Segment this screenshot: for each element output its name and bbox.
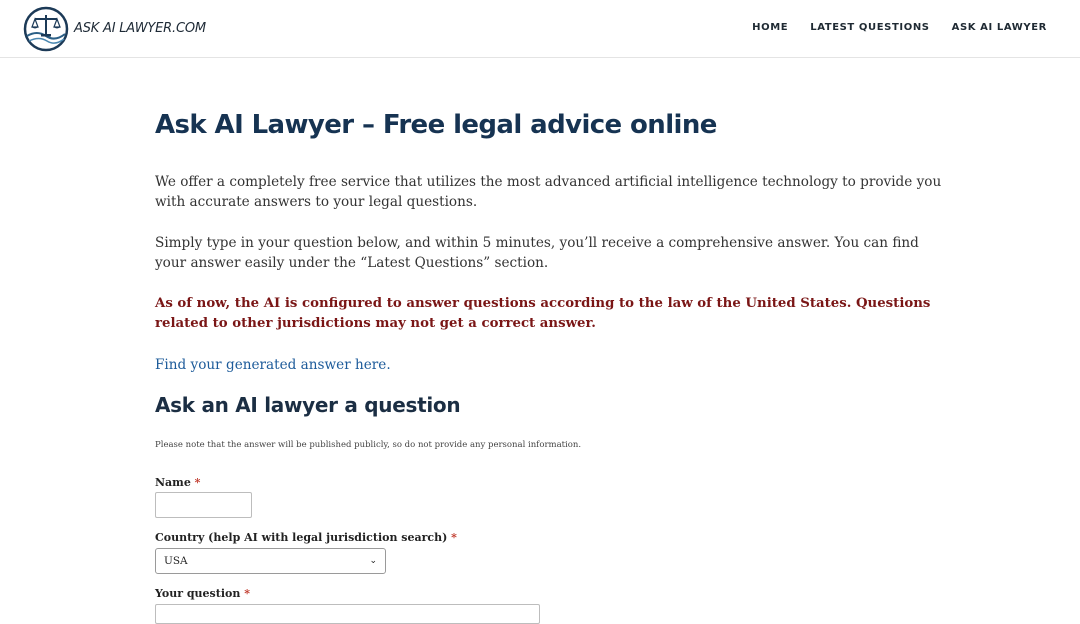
form-heading: Ask an AI lawyer a question (155, 393, 461, 417)
site-logo-text: ASK AI LAWYER.COM (74, 20, 206, 36)
privacy-note: Please note that the answer will be publ… (155, 440, 582, 450)
name-label-text: Name (155, 476, 191, 489)
question-label: Your question * (155, 587, 250, 600)
intro-paragraph: We offer a completely free service that … (155, 174, 942, 210)
answer-link-paragraph: Find your generated answer here. (155, 355, 945, 375)
country-label-text: Country (help AI with legal jurisdiction… (155, 531, 448, 544)
nav-latest-questions[interactable]: LATEST QUESTIONS (810, 22, 929, 33)
required-marker: * (194, 476, 201, 489)
chevron-down-icon: ⌄ (369, 556, 377, 566)
question-label-text: Your question (155, 587, 241, 600)
site-header: ASK AI LAWYER.COM HOME LATEST QUESTIONS … (0, 0, 1080, 58)
scales-of-justice-icon (22, 6, 70, 52)
page-title: Ask AI Lawyer – Free legal advice online (155, 110, 717, 140)
required-marker: * (244, 587, 250, 600)
main-nav: HOME LATEST QUESTIONS ASK AI LAWYER (752, 22, 1047, 33)
country-label: Country (help AI with legal jurisdiction… (155, 531, 457, 544)
name-input[interactable] (155, 492, 252, 518)
nav-ask-ai-lawyer[interactable]: ASK AI LAWYER (952, 22, 1047, 33)
find-answer-link[interactable]: Find your generated answer here. (155, 357, 391, 373)
country-select-value: USA (164, 555, 188, 567)
nav-home[interactable]: HOME (752, 22, 788, 33)
question-textarea[interactable] (155, 604, 540, 624)
jurisdiction-notice: As of now, the AI is configured to answe… (155, 296, 931, 331)
instructions-paragraph: Simply type in your question below, and … (155, 235, 919, 271)
country-select[interactable]: USA ⌄ (155, 548, 386, 574)
required-marker: * (451, 531, 457, 544)
site-logo[interactable]: ASK AI LAWYER.COM (22, 6, 206, 52)
name-label: Name * (155, 476, 200, 489)
